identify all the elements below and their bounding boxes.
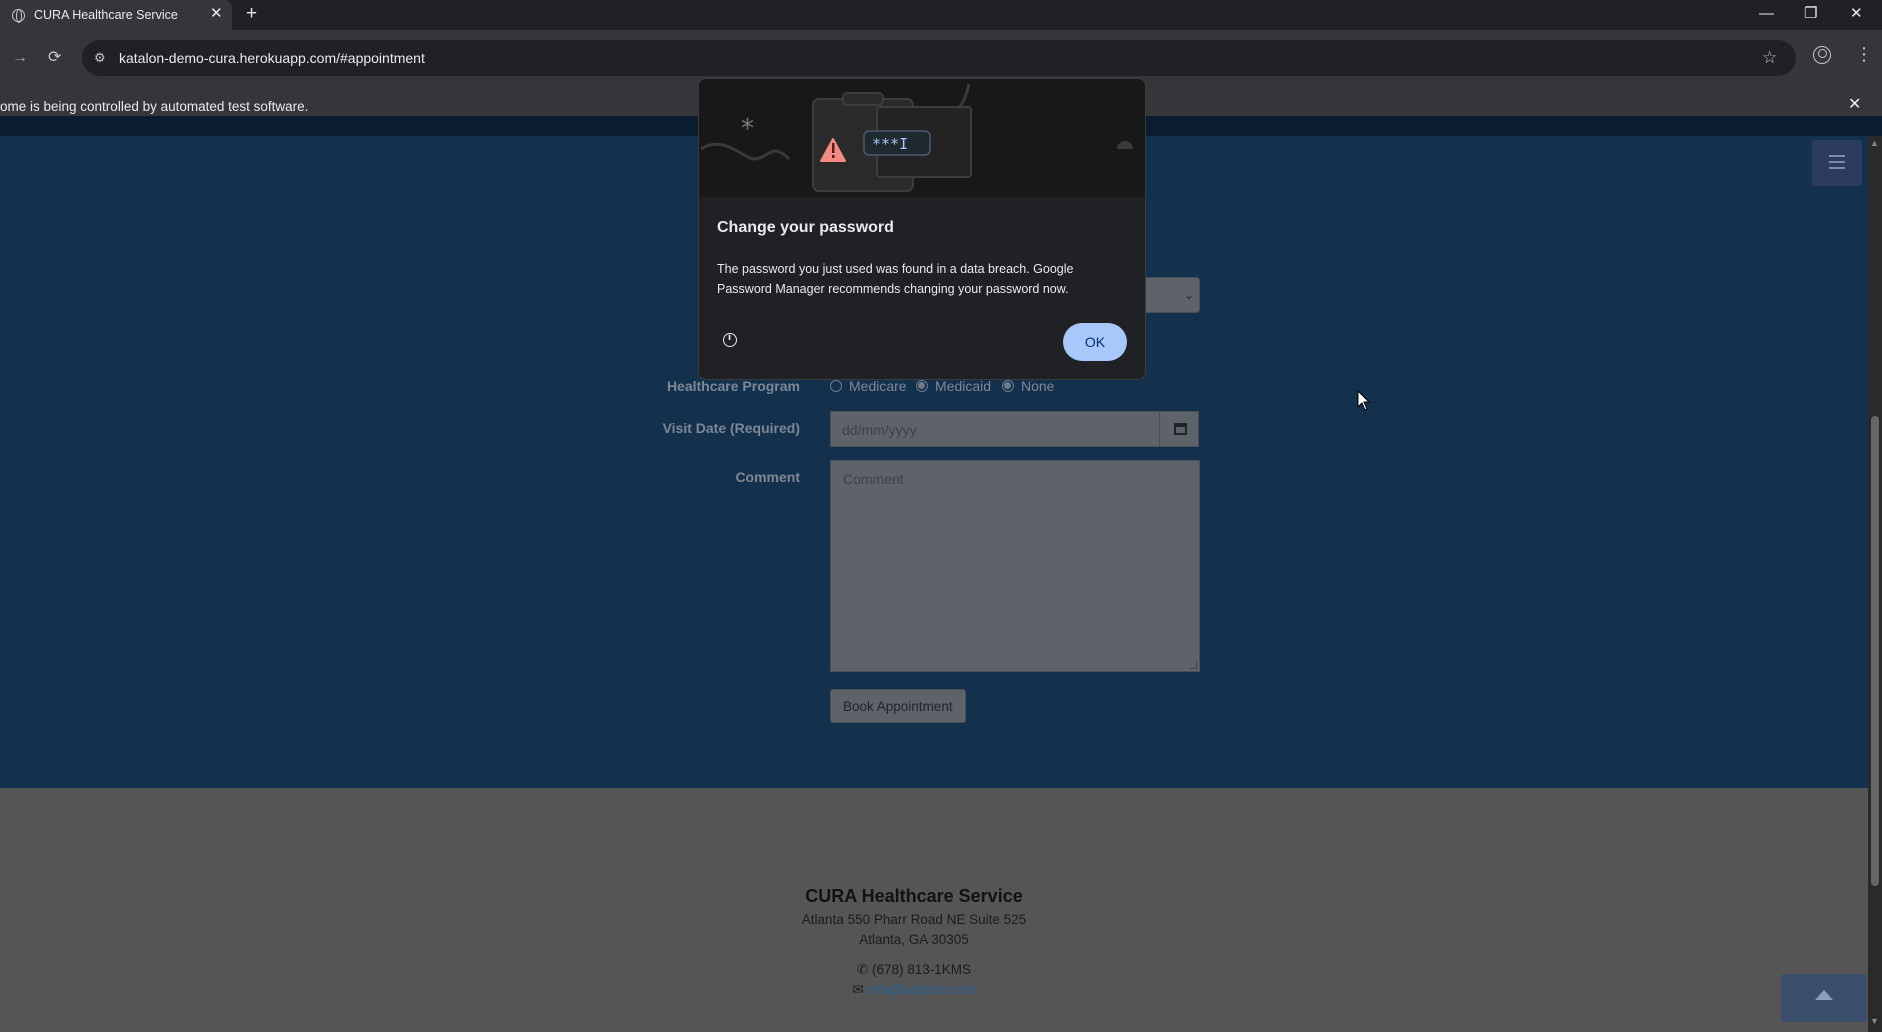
svg-text:*: *: [741, 114, 754, 144]
tab-close-icon[interactable]: ✕: [210, 6, 223, 22]
radio-medicaid-label: Medicaid: [935, 378, 992, 394]
restore-window-button[interactable]: ❐: [1804, 4, 1817, 24]
address-bar[interactable]: ⚙ katalon-demo-cura.herokuapp.com/#appoi…: [82, 40, 1796, 76]
scroll-down-arrow-icon[interactable]: ▼: [1870, 1016, 1879, 1026]
scroll-up-arrow-icon[interactable]: ▲: [1870, 138, 1879, 148]
infobar-close-icon[interactable]: ✕: [1848, 95, 1861, 115]
infobar-message: ome is being controlled by automated tes…: [0, 99, 309, 114]
site-settings-icon[interactable]: ⚙: [94, 50, 106, 66]
browser-menu-icon[interactable]: ⋮: [1855, 44, 1873, 64]
footer-address-line1: Atlanta 550 Pharr Road NE Suite 525: [801, 912, 1027, 927]
forward-button[interactable]: →: [12, 48, 28, 68]
book-appointment-label: Book Appointment: [843, 699, 953, 714]
tab-title: CURA Healthcare Service: [34, 8, 178, 22]
address-url[interactable]: katalon-demo-cura.herokuapp.com/#appoint…: [119, 50, 425, 66]
info-glyph: i: [727, 333, 732, 343]
footer-email-link[interactable]: info@katalon.com: [867, 982, 975, 997]
info-icon[interactable]: i: [723, 333, 737, 347]
page-scrollbar[interactable]: ▲ ▼: [1868, 136, 1882, 1032]
close-window-button[interactable]: ✕: [1850, 4, 1863, 24]
radio-medicaid[interactable]: [916, 380, 928, 392]
browser-tabbar: CURA Healthcare Service ✕ + — ❐ ✕: [0, 0, 1882, 30]
globe-icon: [12, 9, 25, 23]
breach-illustration: * ***I: [699, 79, 1145, 197]
book-appointment-button[interactable]: Book Appointment: [830, 689, 966, 723]
minimize-window-button[interactable]: —: [1759, 4, 1774, 24]
menu-toggle-button[interactable]: [1812, 140, 1862, 186]
masked-password-text: ***I: [872, 135, 908, 153]
radio-medicare[interactable]: [830, 380, 842, 392]
dialog-body: The password you just used was found in …: [717, 262, 1074, 296]
footer-phone-row: ✆ (678) 813-1KMS: [0, 962, 1828, 978]
dialog-ok-button[interactable]: OK: [1063, 323, 1127, 361]
dialog-ok-label: OK: [1084, 334, 1106, 350]
visit-date-input[interactable]: dd/mm/yyyy: [830, 411, 1160, 447]
facility-select[interactable]: ⌄: [1145, 277, 1200, 313]
scrollbar-thumb[interactable]: [1871, 416, 1879, 886]
bookmark-star-icon[interactable]: ☆: [1762, 48, 1777, 68]
password-breach-dialog: * ***I Change your password The password…: [698, 78, 1146, 380]
comment-textarea[interactable]: Comment: [830, 460, 1200, 672]
reload-button[interactable]: ⟳: [48, 48, 61, 68]
phone-icon: ✆: [856, 962, 869, 977]
profile-icon[interactable]: [1813, 46, 1831, 64]
visit-date-placeholder: dd/mm/yyyy: [842, 422, 917, 438]
new-tab-button[interactable]: +: [246, 4, 257, 24]
dialog-title: Change your password: [717, 219, 894, 236]
footer: CURA Healthcare Service Atlanta 550 Phar…: [0, 788, 1868, 1032]
footer-address-line2: Atlanta, GA 30305: [859, 932, 969, 947]
envelope-icon: ✉: [852, 982, 864, 997]
calendar-button[interactable]: [1159, 411, 1199, 447]
healthcare-program-label: Healthcare Program: [666, 378, 800, 394]
radio-none[interactable]: [1002, 380, 1014, 392]
radio-medicare-label: Medicare: [849, 378, 907, 394]
chevron-down-icon: ⌄: [1184, 288, 1195, 302]
resize-grip-icon[interactable]: [1189, 661, 1197, 669]
comment-label: Comment: [735, 469, 800, 485]
browser-tab-active[interactable]: CURA Healthcare Service ✕: [0, 0, 232, 30]
radio-none-label: None: [1021, 378, 1055, 394]
arrow-up-icon: [1815, 990, 1833, 1000]
scroll-to-top-button[interactable]: [1781, 974, 1867, 1022]
footer-title: CURA Healthcare Service: [805, 886, 1023, 906]
comment-placeholder: Comment: [843, 471, 904, 487]
footer-phone: (678) 813-1KMS: [872, 962, 972, 977]
footer-email-row: ✉ info@katalon.com: [0, 982, 1828, 998]
visit-date-label: Visit Date (Required): [662, 420, 800, 436]
calendar-icon: [1174, 423, 1187, 435]
